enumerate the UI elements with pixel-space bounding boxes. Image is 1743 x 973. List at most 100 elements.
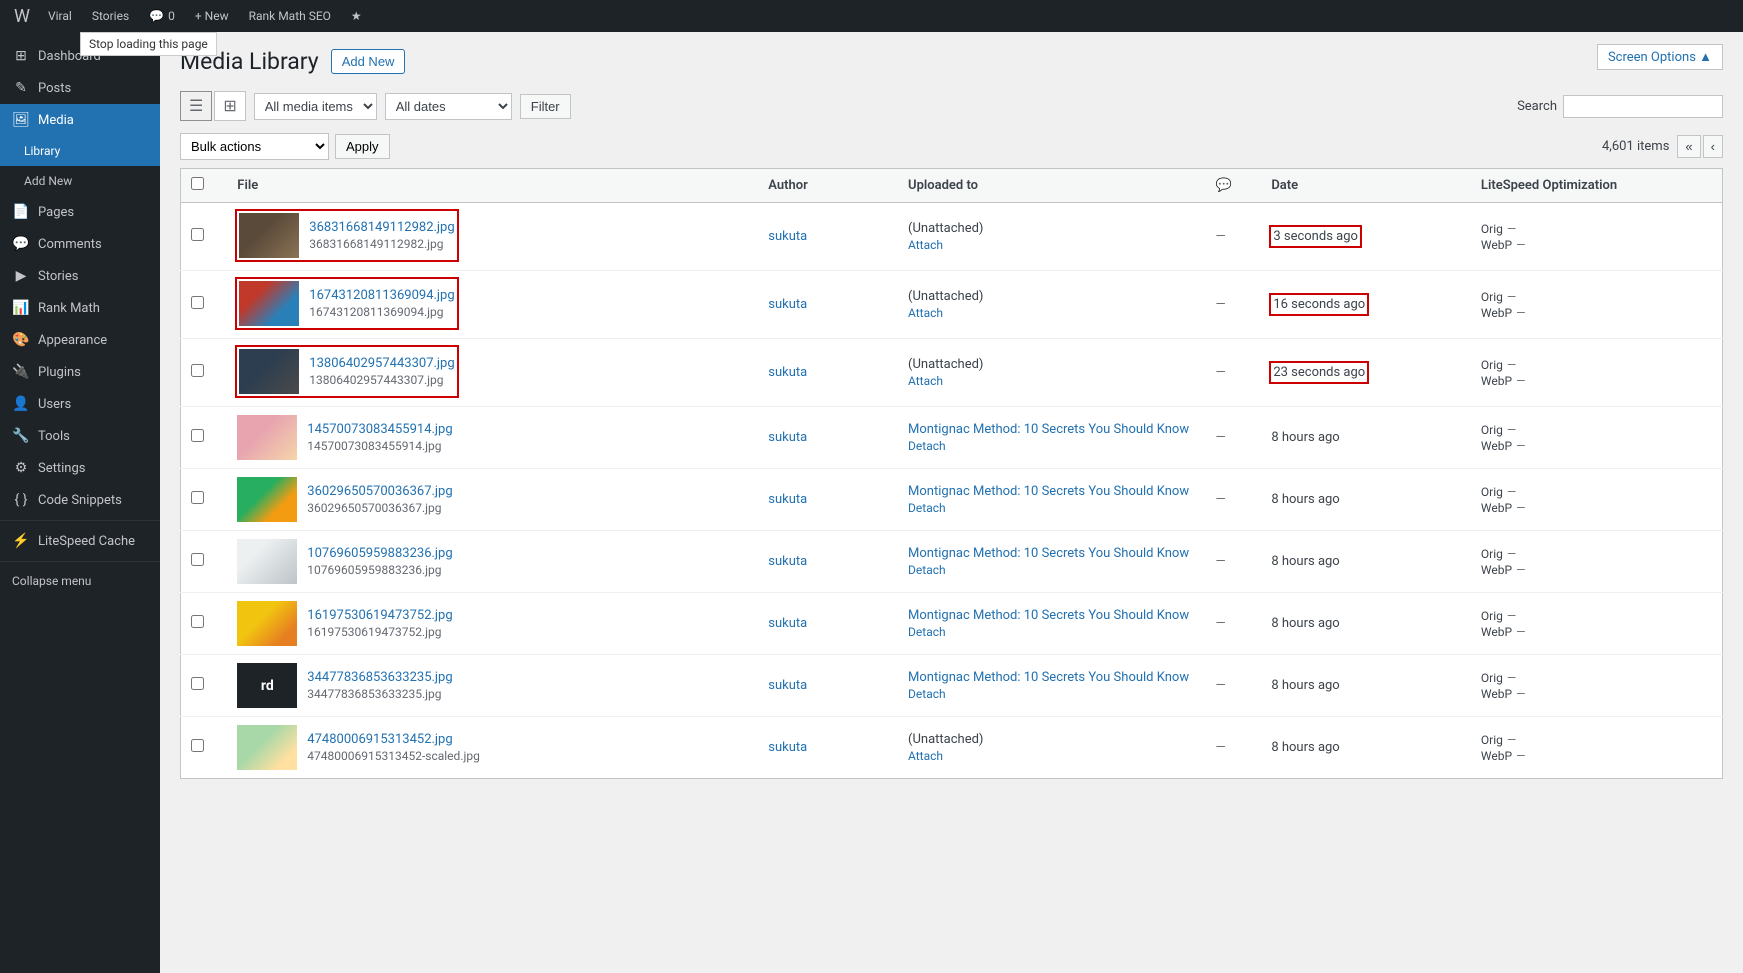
attached-post-link[interactable]: Montignac Method: 10 Secrets You Should …: [908, 608, 1195, 623]
col-uploaded-to[interactable]: Uploaded to: [898, 169, 1205, 203]
thumbnail: rd: [237, 663, 297, 708]
file-name-link[interactable]: 34477836853633235.jpg: [307, 670, 452, 685]
plugins-icon: 🔌: [12, 364, 30, 380]
file-cell: 47480006915313452.jpg 47480006915313452-…: [237, 725, 748, 770]
file-name-link[interactable]: 36029650570036367.jpg: [307, 484, 452, 499]
adminbar-new[interactable]: + New: [187, 0, 237, 32]
adminbar-site[interactable]: Viral: [40, 0, 80, 32]
attached-post-link[interactable]: Montignac Method: 10 Secrets You Should …: [908, 422, 1195, 437]
sidebar-item-library[interactable]: Library: [0, 136, 160, 166]
ls-orig-label: Orig: [1481, 671, 1503, 685]
attach-link[interactable]: Attach: [908, 306, 1195, 320]
sidebar-item-litespeed[interactable]: ⚡ LiteSpeed Cache: [0, 525, 160, 557]
author-link[interactable]: sukuta: [768, 616, 807, 631]
grid-view-button[interactable]: ⊞: [214, 91, 245, 121]
row-checkbox[interactable]: [191, 364, 204, 377]
sidebar-item-comments[interactable]: 💬 Comments: [0, 228, 160, 260]
sidebar-item-label: Users: [38, 397, 71, 412]
file-name-link[interactable]: 36831668149112982.jpg: [309, 220, 454, 235]
wp-logo[interactable]: W: [8, 6, 36, 27]
attached-post-link[interactable]: Montignac Method: 10 Secrets You Should …: [908, 484, 1195, 499]
file-name-link[interactable]: 13806402957443307.jpg: [309, 356, 454, 371]
detach-link[interactable]: Detach: [908, 687, 1195, 701]
author-link[interactable]: sukuta: [768, 297, 807, 312]
detach-link[interactable]: Detach: [908, 439, 1195, 453]
author-link[interactable]: sukuta: [768, 740, 807, 755]
adminbar-rankmath[interactable]: Rank Math SEO: [241, 0, 339, 32]
sidebar-item-tools[interactable]: 🔧 Tools: [0, 420, 160, 452]
row-checkbox[interactable]: [191, 615, 204, 628]
media-table: File Author Uploaded to 💬 Date LiteSpeed…: [180, 168, 1723, 779]
author-link[interactable]: sukuta: [768, 554, 807, 569]
collapse-menu[interactable]: Collapse menu: [0, 566, 160, 596]
detach-link[interactable]: Detach: [908, 563, 1195, 577]
media-type-filter[interactable]: All media items Images Audio Video Docum…: [254, 93, 377, 120]
first-page-button[interactable]: «: [1677, 135, 1700, 158]
sidebar-item-add-new[interactable]: Add New: [0, 166, 160, 196]
attach-link[interactable]: Attach: [908, 238, 1195, 252]
sidebar-item-posts[interactable]: ✎ Posts: [0, 72, 160, 104]
sidebar-item-pages[interactable]: 📄 Pages: [0, 196, 160, 228]
sidebar-item-code-snippets[interactable]: { } Code Snippets: [0, 484, 160, 516]
pages-icon: 📄: [12, 204, 30, 220]
sidebar-item-settings[interactable]: ⚙ Settings: [0, 452, 160, 484]
sidebar-item-label: Plugins: [38, 365, 81, 380]
row-checkbox[interactable]: [191, 296, 204, 309]
row-checkbox[interactable]: [191, 491, 204, 504]
ls-webp-dash: —: [1516, 625, 1525, 639]
col-author[interactable]: Author: [758, 169, 898, 203]
author-link[interactable]: sukuta: [768, 430, 807, 445]
adminbar-stories[interactable]: Stories: [84, 0, 137, 32]
comment-dash: —: [1215, 740, 1225, 755]
file-name-link[interactable]: 16743120811369094.jpg: [309, 288, 454, 303]
list-view-button[interactable]: ☰: [180, 91, 212, 121]
screen-options-button[interactable]: Screen Options ▲: [1597, 44, 1723, 70]
attached-post-link[interactable]: Montignac Method: 10 Secrets You Should …: [908, 670, 1195, 685]
sidebar-item-stories[interactable]: ▶ Stories: [0, 260, 160, 292]
file-name-link[interactable]: 16197530619473752.jpg: [307, 608, 452, 623]
search-input[interactable]: [1563, 95, 1723, 118]
bulk-actions-select[interactable]: Bulk actions Delete Permanently: [180, 133, 329, 160]
select-all-checkbox[interactable]: [191, 177, 204, 190]
attach-link[interactable]: Attach: [908, 374, 1195, 388]
add-new-button[interactable]: Add New: [331, 49, 406, 74]
apply-button[interactable]: Apply: [335, 134, 390, 159]
row-checkbox[interactable]: [191, 677, 204, 690]
file-name-link[interactable]: 14570073083455914.jpg: [307, 422, 452, 437]
file-name-link[interactable]: 47480006915313452.jpg: [307, 732, 480, 747]
author-link[interactable]: sukuta: [768, 365, 807, 380]
prev-page-button[interactable]: ‹: [1703, 135, 1723, 158]
author-link[interactable]: sukuta: [768, 229, 807, 244]
sidebar-item-appearance[interactable]: 🎨 Appearance: [0, 324, 160, 356]
ls-webp-dash: —: [1516, 439, 1525, 453]
comment-dash: —: [1215, 430, 1225, 445]
filter-button[interactable]: Filter: [520, 94, 571, 119]
row-checkbox[interactable]: [191, 429, 204, 442]
attach-link[interactable]: Attach: [908, 749, 1195, 763]
ls-orig-dash: —: [1507, 358, 1516, 372]
sidebar-item-rankmath[interactable]: 📊 Rank Math: [0, 292, 160, 324]
detach-link[interactable]: Detach: [908, 625, 1195, 639]
date-filter[interactable]: All dates January 2025 December 2024: [385, 93, 512, 120]
attached-post-link[interactable]: Montignac Method: 10 Secrets You Should …: [908, 546, 1195, 561]
ls-orig-dash: —: [1507, 485, 1516, 499]
comment-dash: —: [1215, 365, 1225, 380]
col-date[interactable]: Date: [1261, 169, 1471, 203]
sidebar-item-media[interactable]: 🖼 Media: [0, 104, 160, 136]
ls-orig-row: Orig —: [1481, 358, 1712, 372]
row-checkbox[interactable]: [191, 228, 204, 241]
row-checkbox[interactable]: [191, 739, 204, 752]
col-file[interactable]: File: [227, 169, 758, 203]
author-link[interactable]: sukuta: [768, 492, 807, 507]
file-info: 16743120811369094.jpg 16743120811369094.…: [309, 288, 454, 319]
adminbar-icon[interactable]: ★: [343, 0, 370, 32]
sidebar-item-users[interactable]: 👤 Users: [0, 388, 160, 420]
author-link[interactable]: sukuta: [768, 678, 807, 693]
stop-loading-tooltip[interactable]: Stop loading this page: [80, 32, 217, 56]
file-name-link[interactable]: 10769605959883236.jpg: [307, 546, 452, 561]
row-checkbox[interactable]: [191, 553, 204, 566]
sidebar-item-plugins[interactable]: 🔌 Plugins: [0, 356, 160, 388]
detach-link[interactable]: Detach: [908, 501, 1195, 515]
thumbnail: [237, 601, 297, 646]
adminbar-comments[interactable]: 💬 0: [141, 0, 183, 32]
